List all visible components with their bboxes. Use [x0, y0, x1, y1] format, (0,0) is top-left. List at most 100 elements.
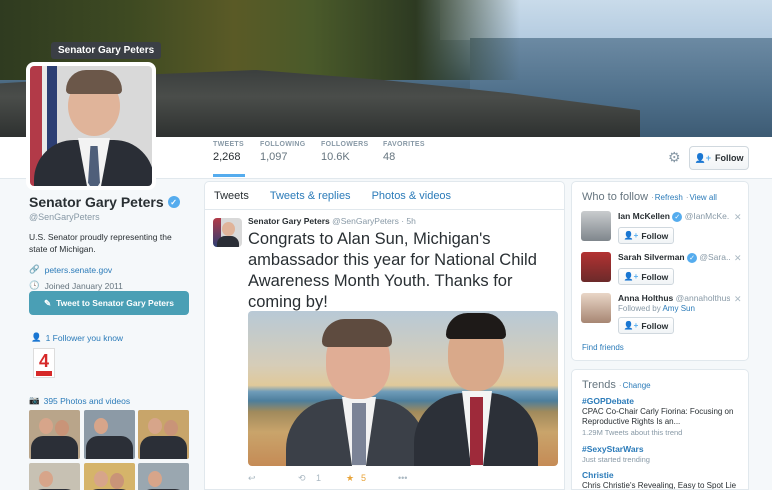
photo-thumbnail[interactable] [138, 410, 189, 459]
follow-label: Follow [641, 271, 669, 282]
followers-you-know-label: 1 Follower you know [45, 332, 124, 343]
user-icon: 👤 [31, 332, 42, 342]
stat-tweets[interactable]: TWEETS 2,268 [213, 141, 245, 177]
follow-button[interactable]: 👤+ Follow [618, 317, 674, 334]
add-user-icon: 👤+ [694, 152, 711, 163]
tab-photos-videos[interactable]: Photos & videos [372, 190, 452, 202]
trend-item[interactable]: Christie Chris Christie's Revealing, Eas… [582, 470, 748, 490]
more-icon[interactable]: ••• [398, 473, 407, 483]
suggested-user-avatar[interactable] [581, 211, 611, 241]
who-to-follow: Who to follow ·Refresh ·View all Ian McK… [571, 181, 749, 361]
stat-label: FOLLOWING [260, 141, 306, 148]
photos-videos-link[interactable]: 📷 395 Photos and videos [29, 395, 130, 406]
trend-name[interactable]: #SexyStarWars [582, 444, 748, 454]
change-trends-link[interactable]: Change [623, 381, 651, 390]
view-all-link[interactable]: View all [690, 193, 717, 202]
find-friends-link[interactable]: Find friends [582, 343, 624, 352]
wdiv-logo-bar [36, 371, 52, 376]
trends-title: Trends [582, 379, 616, 391]
website-link[interactable]: peters.senate.gov [45, 265, 113, 275]
link-icon: 🔗 [29, 264, 40, 274]
add-user-icon: 👤+ [623, 272, 639, 281]
tweet-author-handle[interactable]: @SenGaryPeters [332, 216, 399, 226]
profile-website[interactable]: 🔗 peters.senate.gov [29, 264, 191, 275]
tab-tweets-replies[interactable]: Tweets & replies [270, 190, 351, 202]
trend-description: Chris Christie's Revealing, Easy to Spot… [582, 481, 737, 490]
separator: · [651, 193, 654, 202]
suggested-user-avatar[interactable] [581, 293, 611, 323]
tweet-author-name[interactable]: Senator Gary Peters [248, 216, 330, 226]
photo-thumbnail[interactable] [84, 463, 135, 490]
trend-name[interactable]: #GOPDebate [582, 396, 748, 406]
dismiss-icon[interactable]: ✕ [734, 212, 742, 223]
tweet-author-avatar[interactable] [213, 218, 242, 247]
follow-label: Follow [641, 320, 669, 331]
suggested-user-name-row[interactable]: Ian McKellen ✓ @IanMcKe... [618, 211, 730, 222]
tweet-photo[interactable] [248, 311, 558, 466]
suggested-user-avatar[interactable] [581, 252, 611, 282]
who-to-follow-title: Who to follow [582, 191, 649, 203]
suggested-user-handle: @IanMcKe... [684, 211, 730, 221]
follow-button[interactable]: 👤+ Follow [618, 227, 674, 244]
photo-thumbnail[interactable] [84, 410, 135, 459]
suggested-user-name-row[interactable]: Sarah Silverman ✓ @Sara... [618, 252, 730, 263]
dismiss-icon[interactable]: ✕ [734, 253, 742, 264]
profile-handle[interactable]: @SenGaryPeters [29, 212, 191, 222]
stat-followers[interactable]: FOLLOWERS 10.6K [321, 141, 368, 177]
stat-favorites[interactable]: FAVORITES 48 [383, 141, 427, 177]
trend-count: 1.29M Tweets about this trend [582, 428, 683, 437]
suggested-user-name: Ian McKellen [618, 211, 670, 221]
retweet-icon[interactable]: ⟲ [298, 473, 306, 484]
followed-by-user[interactable]: Amy Sun [662, 304, 694, 313]
suggested-user-handle: @Sara... [699, 252, 730, 262]
name-tooltip: Senator Gary Peters [51, 42, 162, 59]
avatar-hair [66, 70, 122, 94]
profile-avatar[interactable] [26, 62, 156, 190]
suggested-user: Sarah Silverman ✓ @Sara... ✕ 👤+ Follow [581, 252, 745, 296]
joined-date: Joined January 2011 [44, 280, 123, 291]
follow-button[interactable]: 👤+ Follow [618, 268, 674, 285]
dismiss-icon[interactable]: ✕ [734, 294, 742, 305]
retweet-count: 1 [316, 473, 322, 483]
trend-name[interactable]: Christie [582, 470, 748, 480]
tweet-to-label: Tweet to Senator Gary Peters [56, 298, 175, 308]
follower-avatar-wdiv[interactable]: 4 [33, 348, 55, 378]
suggested-user-name: Anna Holthus [618, 293, 674, 303]
followed-by-label: Followed by [618, 304, 661, 313]
suggested-user-name-row[interactable]: Anna Holthus @annaholthus [618, 293, 730, 303]
timeline: Tweets Tweets & replies Photos & videos … [204, 181, 565, 490]
follow-button-label: Follow [714, 153, 744, 163]
timeline-tabs: Tweets Tweets & replies Photos & videos [205, 182, 564, 210]
verified-icon: ✓ [687, 253, 697, 263]
clock-icon: 🕓 [29, 280, 40, 290]
photo-thumbnail[interactable] [29, 410, 80, 459]
verified-icon: ✓ [672, 212, 683, 222]
stat-label: FAVORITES [383, 141, 425, 148]
followers-you-know[interactable]: 👤 1 Follower you know [31, 332, 123, 343]
follow-label: Follow [641, 230, 669, 241]
followed-by: Followed by Amy Sun [618, 304, 695, 313]
reply-icon[interactable]: ↩ [248, 473, 256, 484]
compose-icon: ✎ [43, 297, 52, 308]
gear-icon[interactable]: ⚙ [668, 149, 681, 166]
photo-thumbnail[interactable] [138, 463, 189, 490]
stat-value: 1,097 [260, 151, 288, 163]
tweet-to-button[interactable]: ✎ Tweet to Senator Gary Peters [29, 291, 189, 315]
trend-item[interactable]: #SexyStarWars Just started trending [582, 444, 748, 464]
photo-thumbnail[interactable] [29, 463, 80, 490]
tweet-text: Congrats to Alan Sun, Michigan's ambassa… [248, 230, 537, 311]
trend-count: Just started trending [582, 455, 650, 464]
follow-button[interactable]: 👤+ Follow [689, 146, 749, 170]
tweet-time[interactable]: · 5h [401, 216, 416, 226]
stat-value: 10.6K [321, 151, 350, 163]
tweet-header: Senator Gary Peters @SenGaryPeters · 5h [248, 216, 416, 226]
tab-tweets[interactable]: Tweets [214, 190, 249, 202]
favorite-count: 5 [361, 473, 367, 483]
stat-following[interactable]: FOLLOWING 1,097 [260, 141, 306, 177]
trend-item[interactable]: #GOPDebate CPAC Co-Chair Carly Fiorina: … [582, 396, 748, 437]
stat-value: 48 [383, 151, 396, 163]
refresh-link[interactable]: Refresh [655, 193, 683, 202]
favorite-icon[interactable]: ★ [346, 473, 354, 484]
suggested-user: Ian McKellen ✓ @IanMcKe... ✕ 👤+ Follow [581, 211, 745, 255]
profile-name[interactable]: Senator Gary Peters [29, 194, 164, 210]
